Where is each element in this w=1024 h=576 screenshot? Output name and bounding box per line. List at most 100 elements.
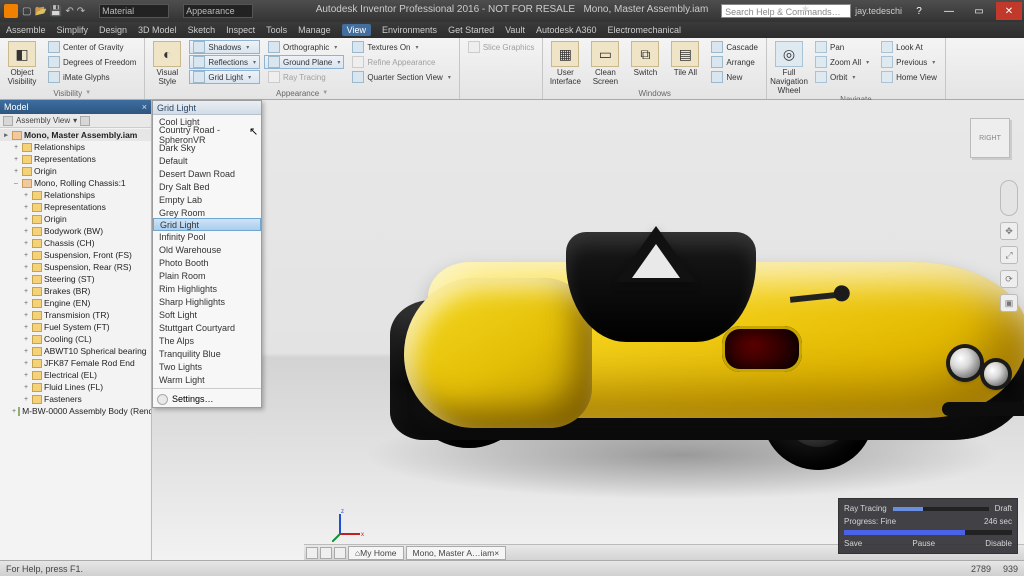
tree-node[interactable]: +Relationships (0, 141, 151, 153)
tree-node[interactable]: –Mono, Rolling Chassis:1 (0, 177, 151, 189)
qat-undo-icon[interactable]: ↶ (65, 6, 73, 17)
browser-close-icon[interactable]: × (142, 102, 151, 112)
lighting-option[interactable]: Rim Highlights (153, 282, 261, 295)
tree-node[interactable]: +Suspension, Rear (RS) (0, 261, 151, 273)
tab-list-icon[interactable] (334, 547, 346, 559)
tree-root[interactable]: ▸Mono, Master Assembly.iam (0, 129, 151, 141)
menu-inspect[interactable]: Inspect (226, 25, 255, 35)
menu-manage[interactable]: Manage (298, 25, 331, 35)
tree-node[interactable]: +Origin (0, 213, 151, 225)
lighting-option[interactable]: Infinity Pool (153, 230, 261, 243)
tree-node[interactable]: +Steering (ST) (0, 273, 151, 285)
textures-button[interactable]: Textures On▾ (348, 40, 454, 54)
reflections-button[interactable]: Reflections▾ (189, 55, 260, 69)
menu-electromechanical[interactable]: Electromechanical (608, 25, 682, 35)
rt-save-button[interactable]: Save (844, 539, 862, 548)
center-of-gravity-button[interactable]: Center of Gravity (44, 40, 140, 54)
lighting-option[interactable]: Old Warehouse (153, 243, 261, 256)
lighting-option[interactable]: Tranquility Blue (153, 347, 261, 360)
tree-node[interactable]: +Relationships (0, 189, 151, 201)
tree-node[interactable]: +Brakes (BR) (0, 285, 151, 297)
lighting-option[interactable]: Default (153, 154, 261, 167)
tab-nav-next-icon[interactable] (320, 547, 332, 559)
nav-orbit-icon[interactable]: ⟳ (1000, 270, 1018, 288)
signin-user[interactable]: jay.tedeschi (855, 6, 902, 16)
lighting-option[interactable]: Empty Lab (153, 193, 261, 206)
tree-node[interactable]: +Bodywork (BW) (0, 225, 151, 237)
new-window-button[interactable]: New (707, 70, 762, 84)
tree-node[interactable]: +M-BW-0000 Assembly Body (Render):1 (0, 405, 151, 417)
tab-nav-prev-icon[interactable] (306, 547, 318, 559)
tree-node[interactable]: +Fasteners (0, 393, 151, 405)
lighting-option[interactable]: The Alps (153, 334, 261, 347)
tree-node[interactable]: +Cooling (CL) (0, 333, 151, 345)
lighting-style-button[interactable]: Grid Light▾ (189, 70, 260, 84)
menu-tools[interactable]: Tools (266, 25, 287, 35)
menu-vault[interactable]: Vault (505, 25, 525, 35)
ground-plane-button[interactable]: Ground Plane▾ (264, 55, 344, 69)
menu-simplify[interactable]: Simplify (57, 25, 89, 35)
home-view-button[interactable]: Home View (877, 70, 941, 84)
browser-toolbar[interactable]: Assembly View▾ (0, 114, 151, 128)
favorite-star-icon[interactable]: ★ (801, 4, 810, 15)
qat-open-icon[interactable]: 📂 (34, 6, 46, 17)
lighting-option[interactable]: Photo Booth (153, 256, 261, 269)
qat-save-icon[interactable]: 💾 (50, 6, 62, 17)
lighting-option[interactable]: Plain Room (153, 269, 261, 282)
ray-tracing-panel[interactable]: Ray Tracing Draft Progress: Fine 246 sec… (838, 498, 1018, 554)
ray-tracing-button[interactable]: Ray Tracing (264, 70, 344, 84)
tile-all-button[interactable]: ▤Tile All (667, 40, 703, 77)
lighting-style-menu[interactable]: Grid Light Cool LightCountry Road - Sphe… (152, 100, 262, 408)
menu-environments[interactable]: Environments (382, 25, 437, 35)
user-interface-button[interactable]: ▦User Interface (547, 40, 583, 86)
arrange-button[interactable]: Arrange (707, 55, 762, 69)
tree-node[interactable]: +Transmision (TR) (0, 309, 151, 321)
lighting-option[interactable]: Two Lights (153, 360, 261, 373)
tab-document[interactable]: Mono, Master A…iam × (406, 546, 507, 560)
menu-3dmodel[interactable]: 3D Model (138, 25, 177, 35)
lighting-option[interactable]: Soft Light (153, 308, 261, 321)
switch-windows-button[interactable]: ⧉Switch (627, 40, 663, 77)
tree-node[interactable]: +Representations (0, 201, 151, 213)
app-logo-icon[interactable] (4, 4, 18, 18)
qat-new-icon[interactable]: ▢ (22, 6, 31, 17)
tree-node[interactable]: +Representations (0, 153, 151, 165)
lighting-option[interactable]: Desert Dawn Road (153, 167, 261, 180)
help-icon[interactable]: ? (906, 2, 932, 20)
qat-redo-icon[interactable]: ↷ (77, 6, 85, 17)
browser-header[interactable]: Model × (0, 100, 151, 114)
object-visibility-button[interactable]: ◧ Object Visibility (4, 40, 40, 86)
viewport[interactable]: RIGHT ✥ ⤢ ⟳ ▣ z x Ray Tracing Draft Prog (152, 100, 1024, 560)
tree-node[interactable]: +ABWT10 Spherical bearing (0, 345, 151, 357)
lighting-option[interactable]: Warm Light (153, 373, 261, 386)
cascade-button[interactable]: Cascade (707, 40, 762, 54)
imate-glyphs-button[interactable]: iMate Glyphs (44, 70, 140, 84)
model-tree[interactable]: ▸Mono, Master Assembly.iam +Relationship… (0, 128, 151, 560)
menu-a360[interactable]: Autodesk A360 (536, 25, 597, 35)
zoom-all-button[interactable]: Zoom All▾ (811, 55, 873, 69)
browser-tool-icon[interactable] (80, 116, 90, 126)
help-search-input[interactable]: Search Help & Commands… (721, 4, 851, 18)
menu-assemble[interactable]: Assemble (6, 25, 46, 35)
section-view-button[interactable]: Quarter Section View▾ (348, 70, 454, 84)
menu-getstarted[interactable]: Get Started (448, 25, 494, 35)
nav-zoom-icon[interactable]: ⤢ (1000, 246, 1018, 264)
material-dropdown[interactable]: Material (99, 4, 169, 18)
lighting-settings-button[interactable]: Settings… (153, 391, 261, 407)
shadows-button[interactable]: Shadows▾ (189, 40, 260, 54)
tree-node[interactable]: +Engine (EN) (0, 297, 151, 309)
maximize-button[interactable]: ▭ (966, 2, 992, 20)
rt-disable-button[interactable]: Disable (985, 539, 1012, 548)
menu-sketch[interactable]: Sketch (188, 25, 216, 35)
nav-wheel-button[interactable]: ◎Full Navigation Wheel (771, 40, 807, 95)
tree-node[interactable]: +Origin (0, 165, 151, 177)
degrees-of-freedom-button[interactable]: Degrees of Freedom (44, 55, 140, 69)
tree-node[interactable]: +Suspension, Front (FS) (0, 249, 151, 261)
minimize-button[interactable]: — (936, 2, 962, 20)
orthographic-button[interactable]: Orthographic▾ (264, 40, 344, 54)
visual-style-button[interactable]: ◐ Visual Style (149, 40, 185, 86)
rt-pause-button[interactable]: Pause (912, 539, 935, 548)
orbit-button[interactable]: Orbit▾ (811, 70, 873, 84)
view-cube[interactable]: RIGHT (970, 118, 1010, 158)
tree-node[interactable]: +Fluid Lines (FL) (0, 381, 151, 393)
